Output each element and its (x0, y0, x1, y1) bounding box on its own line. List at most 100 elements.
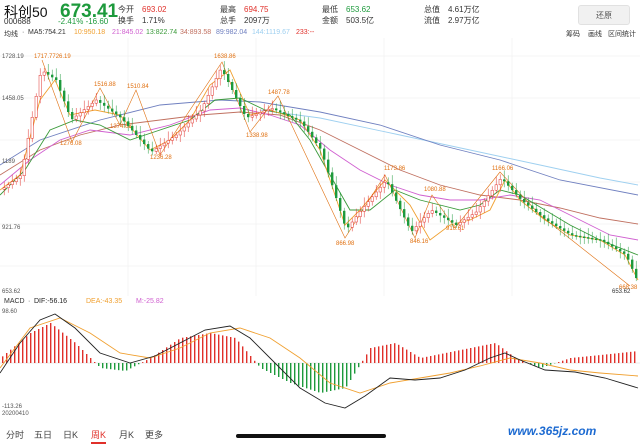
macd-bar (314, 363, 316, 391)
annotation-label: 1166.06 (492, 166, 514, 172)
candle-body (567, 230, 570, 234)
home-indicator[interactable] (236, 434, 386, 438)
restore-button[interactable]: 还原 (578, 5, 630, 25)
macd-bar (202, 334, 204, 363)
macd-bar (22, 339, 24, 363)
candle-body (527, 202, 530, 206)
ma-dot-icon: · (22, 29, 25, 36)
tab-more[interactable]: 更多 (145, 428, 163, 441)
zigzag-line (41, 59, 631, 287)
macd-bottom-label: -113.26 (2, 404, 22, 410)
macd-bar (306, 363, 308, 389)
macd-bar (298, 363, 300, 386)
ma34-value: 34:893.58 (180, 29, 212, 36)
macd-bar (206, 333, 208, 363)
macd-bar (138, 363, 140, 365)
candle-body (418, 221, 422, 227)
annotation-label: 1236.28 (150, 155, 172, 161)
candle-body (551, 221, 554, 224)
candle-body (350, 221, 354, 228)
macd-bar (230, 337, 232, 363)
candle-body (63, 90, 66, 102)
macd-bar (2, 356, 4, 363)
macd-bar (398, 344, 400, 363)
macd-bar (326, 363, 328, 392)
candle-body (354, 216, 358, 223)
candle-body (198, 110, 202, 116)
macd-bar (422, 357, 424, 363)
candle-body (30, 117, 34, 139)
candle-body (38, 75, 42, 97)
candle-body (563, 228, 566, 231)
candle-body (455, 222, 458, 225)
macd-bar (622, 352, 624, 363)
candle-body (595, 238, 598, 240)
candle-body (34, 96, 38, 118)
candle-body (86, 106, 90, 110)
candle-body (627, 253, 630, 260)
candle-body (511, 185, 514, 191)
ma10-value: 10:950.18 (74, 29, 106, 36)
candle-body (490, 189, 494, 196)
candle-body (287, 114, 290, 116)
macd-bar (570, 358, 572, 363)
candle-body (378, 186, 382, 193)
macd-bar (214, 333, 216, 363)
stat-open: 今开 693.02 (118, 5, 167, 14)
macd-bar (482, 345, 484, 363)
kline-chart[interactable]: 1717.7726.19 1516.88 1510.84 1374.68 127… (0, 38, 640, 298)
macd-bar (614, 353, 616, 363)
candle-body (71, 112, 74, 120)
candle-body (243, 106, 246, 114)
tab-five-day[interactable]: 五日 (34, 428, 52, 441)
candle-body (447, 217, 450, 221)
macd-chart[interactable] (0, 308, 640, 416)
candlesticks (2, 61, 638, 282)
candle-body (94, 99, 98, 104)
candle-body (583, 236, 586, 238)
candle-body (42, 71, 46, 76)
candle-body (607, 241, 610, 245)
tab-intraday[interactable]: 分时 (6, 428, 24, 441)
candle-body (403, 209, 406, 218)
candle-body (474, 211, 478, 215)
candle-body (135, 130, 138, 135)
candle-body (523, 198, 526, 203)
axis-label-2: 1458.05 (2, 96, 24, 102)
macd-bar (102, 363, 104, 369)
candle-body (182, 126, 186, 132)
tab-daily-k[interactable]: 日K (63, 428, 78, 441)
candle-body (254, 113, 258, 116)
candle-body (430, 210, 434, 214)
macd-bar (294, 363, 296, 385)
tab-weekly-k[interactable]: 周K (91, 428, 107, 444)
ma34-line (0, 111, 639, 225)
candle-body (235, 90, 238, 98)
stat-float-value: 流值 2.97万亿 (424, 16, 480, 25)
macd-bar (42, 327, 44, 363)
annotation-label: 1516.88 (94, 82, 116, 88)
candle-body (599, 239, 602, 241)
macd-legend: MACD · DIF:-56.16 DEA:-43.35 M:-25.82 (0, 298, 640, 308)
candle-body (154, 148, 158, 152)
macd-bar (190, 336, 192, 363)
candle-body (503, 179, 506, 182)
candle-body (270, 108, 274, 111)
candle-body (158, 145, 162, 149)
macd-bar (362, 360, 364, 363)
candle-body (494, 184, 498, 191)
tab-monthly-k[interactable]: 月K (119, 428, 134, 441)
candle-body (498, 179, 502, 186)
macd-bar (118, 363, 120, 371)
macd-bar (626, 352, 628, 363)
candle-body (227, 74, 230, 82)
candle-body (14, 178, 18, 182)
m-value: M:-25.82 (136, 298, 164, 305)
macd-bar (426, 356, 428, 363)
candle-body (311, 131, 314, 138)
candle-body (470, 214, 474, 218)
macd-label[interactable]: MACD (4, 298, 25, 305)
macd-bar (442, 353, 444, 363)
candle-body (111, 108, 114, 112)
candle-body (347, 223, 350, 228)
